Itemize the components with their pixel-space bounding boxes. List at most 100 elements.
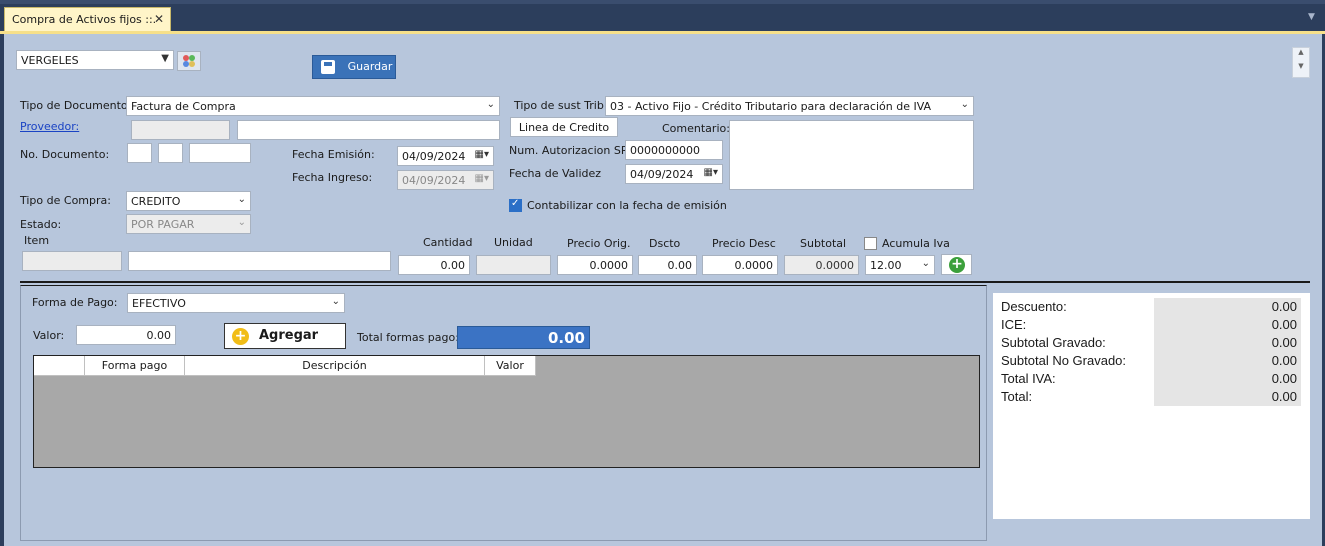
forma-pago-value: EFECTIVO: [132, 297, 186, 310]
summary-row-total-iva: Total IVA: 0.00: [1001, 370, 1301, 388]
tipo-sust-select[interactable]: 03 - Activo Fijo - Crédito Tributario pa…: [605, 96, 974, 116]
add-item-button[interactable]: +: [941, 254, 972, 275]
doc-number-field[interactable]: [189, 143, 251, 163]
tab-compra-activos[interactable]: Compra de Activos fijos ::. ✕: [4, 7, 171, 32]
summary-label: Subtotal No Gravado:: [1001, 353, 1127, 368]
scroll-up-icon[interactable]: ▲: [1293, 48, 1309, 56]
summary-row-total: Total: 0.00: [1001, 388, 1301, 406]
doc-serie-2-field[interactable]: [158, 143, 183, 163]
fecha-validez-value: 04/09/2024: [630, 168, 694, 181]
chevron-down-icon: ⌄: [331, 296, 340, 307]
agregar-button[interactable]: + Agregar: [224, 323, 346, 349]
proveedor-link[interactable]: Proveedor:: [20, 120, 79, 133]
iva-select[interactable]: 12.00 ⌄: [865, 255, 935, 275]
fecha-emision-value: 04/09/2024: [402, 150, 466, 163]
precio-orig-label: Precio Orig.: [567, 237, 631, 250]
proveedor-code-field[interactable]: [131, 120, 230, 140]
save-icon: [321, 60, 335, 74]
contabilizar-label: Contabilizar con la fecha de emisión: [527, 199, 727, 212]
payments-grid[interactable]: Forma pago Descripción Valor: [33, 355, 980, 468]
fecha-ingreso-label: Fecha Ingreso:: [292, 171, 373, 184]
unidad-field: [476, 255, 551, 275]
unidad-label: Unidad: [494, 236, 533, 249]
summary-label: Descuento:: [1001, 299, 1067, 314]
comentario-field[interactable]: [729, 120, 974, 190]
tipo-documento-value: Factura de Compra: [131, 100, 236, 113]
add-icon: +: [949, 257, 965, 273]
subtotal-field: 0.0000: [784, 255, 859, 275]
chevron-down-icon: ⌄: [237, 194, 246, 205]
scrollbar[interactable]: ▲ ▼: [1292, 47, 1310, 78]
close-icon[interactable]: ✕: [154, 12, 164, 26]
summary-value: 0.00: [1154, 388, 1301, 406]
top-strip: [0, 0, 1325, 4]
dscto-field[interactable]: 0.00: [638, 255, 697, 275]
valor-field[interactable]: 0.00: [76, 325, 176, 345]
forma-pago-select[interactable]: EFECTIVO ⌄: [127, 293, 345, 313]
tipo-sust-label: Tipo de sust Trib:: [514, 99, 608, 112]
item-code-field[interactable]: [22, 251, 122, 271]
precio-orig-field[interactable]: 0.0000: [557, 255, 633, 275]
fecha-ingreso-picker: 04/09/2024 ▦▾: [397, 170, 494, 190]
forma-pago-label: Forma de Pago:: [32, 296, 118, 309]
tipo-sust-value: 03 - Activo Fijo - Crédito Tributario pa…: [610, 100, 932, 113]
summary-row-descuento: Descuento: 0.00: [1001, 298, 1301, 316]
proveedor-name-field[interactable]: [237, 120, 500, 140]
scroll-down-icon[interactable]: ▼: [1293, 62, 1309, 70]
chevron-down-icon: ⌄: [960, 99, 969, 110]
fecha-emision-picker[interactable]: 04/09/2024 ▦▾: [397, 146, 494, 166]
palette-icon: [183, 55, 195, 67]
valor-label: Valor:: [33, 329, 65, 342]
summary-value: 0.00: [1154, 316, 1301, 334]
tipo-compra-value: CREDITO: [131, 195, 181, 208]
tipo-compra-label: Tipo de Compra:: [20, 194, 111, 207]
chevron-down-icon: ⌄: [921, 258, 930, 269]
estado-label: Estado:: [20, 218, 62, 231]
cantidad-field[interactable]: 0.00: [398, 255, 470, 275]
grid-header-valor[interactable]: Valor: [485, 356, 536, 376]
total-formas-label: Total formas pago:: [357, 331, 459, 344]
branch-value: VERGELES: [21, 54, 79, 67]
save-button[interactable]: Guardar: [312, 55, 396, 79]
summary-row-ice: ICE: 0.00: [1001, 316, 1301, 334]
calendar-icon: ▦▾: [474, 173, 489, 184]
contabilizar-checkbox[interactable]: [509, 198, 522, 212]
summary-value: 0.00: [1154, 298, 1301, 316]
total-formas-value: 0.00: [457, 326, 590, 349]
branch-select[interactable]: VERGELES ▼: [16, 50, 174, 70]
num-autorizacion-field[interactable]: 0000000000: [625, 140, 723, 160]
fecha-validez-picker[interactable]: 04/09/2024 ▦▾: [625, 164, 723, 184]
no-documento-label: No. Documento:: [20, 148, 110, 161]
tipo-documento-select[interactable]: Factura de Compra ⌄: [126, 96, 500, 116]
summary-value: 0.00: [1154, 370, 1301, 388]
save-label: Guardar: [347, 60, 393, 73]
precio-desc-label: Precio Desc: [712, 237, 776, 250]
grid-header-forma-pago[interactable]: Forma pago: [85, 356, 185, 376]
doc-serie-1-field[interactable]: [127, 143, 152, 163]
fecha-ingreso-value: 04/09/2024: [402, 174, 466, 187]
summary-row-subtotal-gravado: Subtotal Gravado: 0.00: [1001, 334, 1301, 352]
chevron-down-icon: ⌄: [486, 99, 495, 110]
tab-title: Compra de Activos fijos ::.: [12, 13, 157, 26]
summary-label: Subtotal Gravado:: [1001, 335, 1106, 350]
divider: [20, 281, 1310, 283]
summary-value: 0.00: [1154, 334, 1301, 352]
linea-credito-button[interactable]: Linea de Credito: [510, 117, 618, 137]
window-top-bar: [0, 0, 1325, 32]
calendar-icon: ▦▾: [474, 149, 489, 160]
dscto-label: Dscto: [649, 237, 681, 250]
tab-dropdown-icon[interactable]: ▼: [1308, 12, 1315, 22]
tipo-documento-label: Tipo de Documento:: [20, 99, 132, 112]
item-label: Item: [24, 234, 50, 247]
acumula-iva-checkbox[interactable]: [864, 237, 877, 250]
tipo-compra-select[interactable]: CREDITO ⌄: [126, 191, 251, 211]
precio-desc-field[interactable]: 0.0000: [702, 255, 778, 275]
grid-header-descripcion[interactable]: Descripción: [185, 356, 485, 376]
summary-label: Total:: [1001, 389, 1033, 404]
item-name-field[interactable]: [128, 251, 391, 271]
palette-button[interactable]: [177, 51, 201, 71]
fecha-validez-label: Fecha de Validez: [509, 167, 602, 180]
summary-label: ICE:: [1001, 317, 1027, 332]
cantidad-label: Cantidad: [423, 236, 473, 249]
add-icon: +: [232, 328, 249, 345]
